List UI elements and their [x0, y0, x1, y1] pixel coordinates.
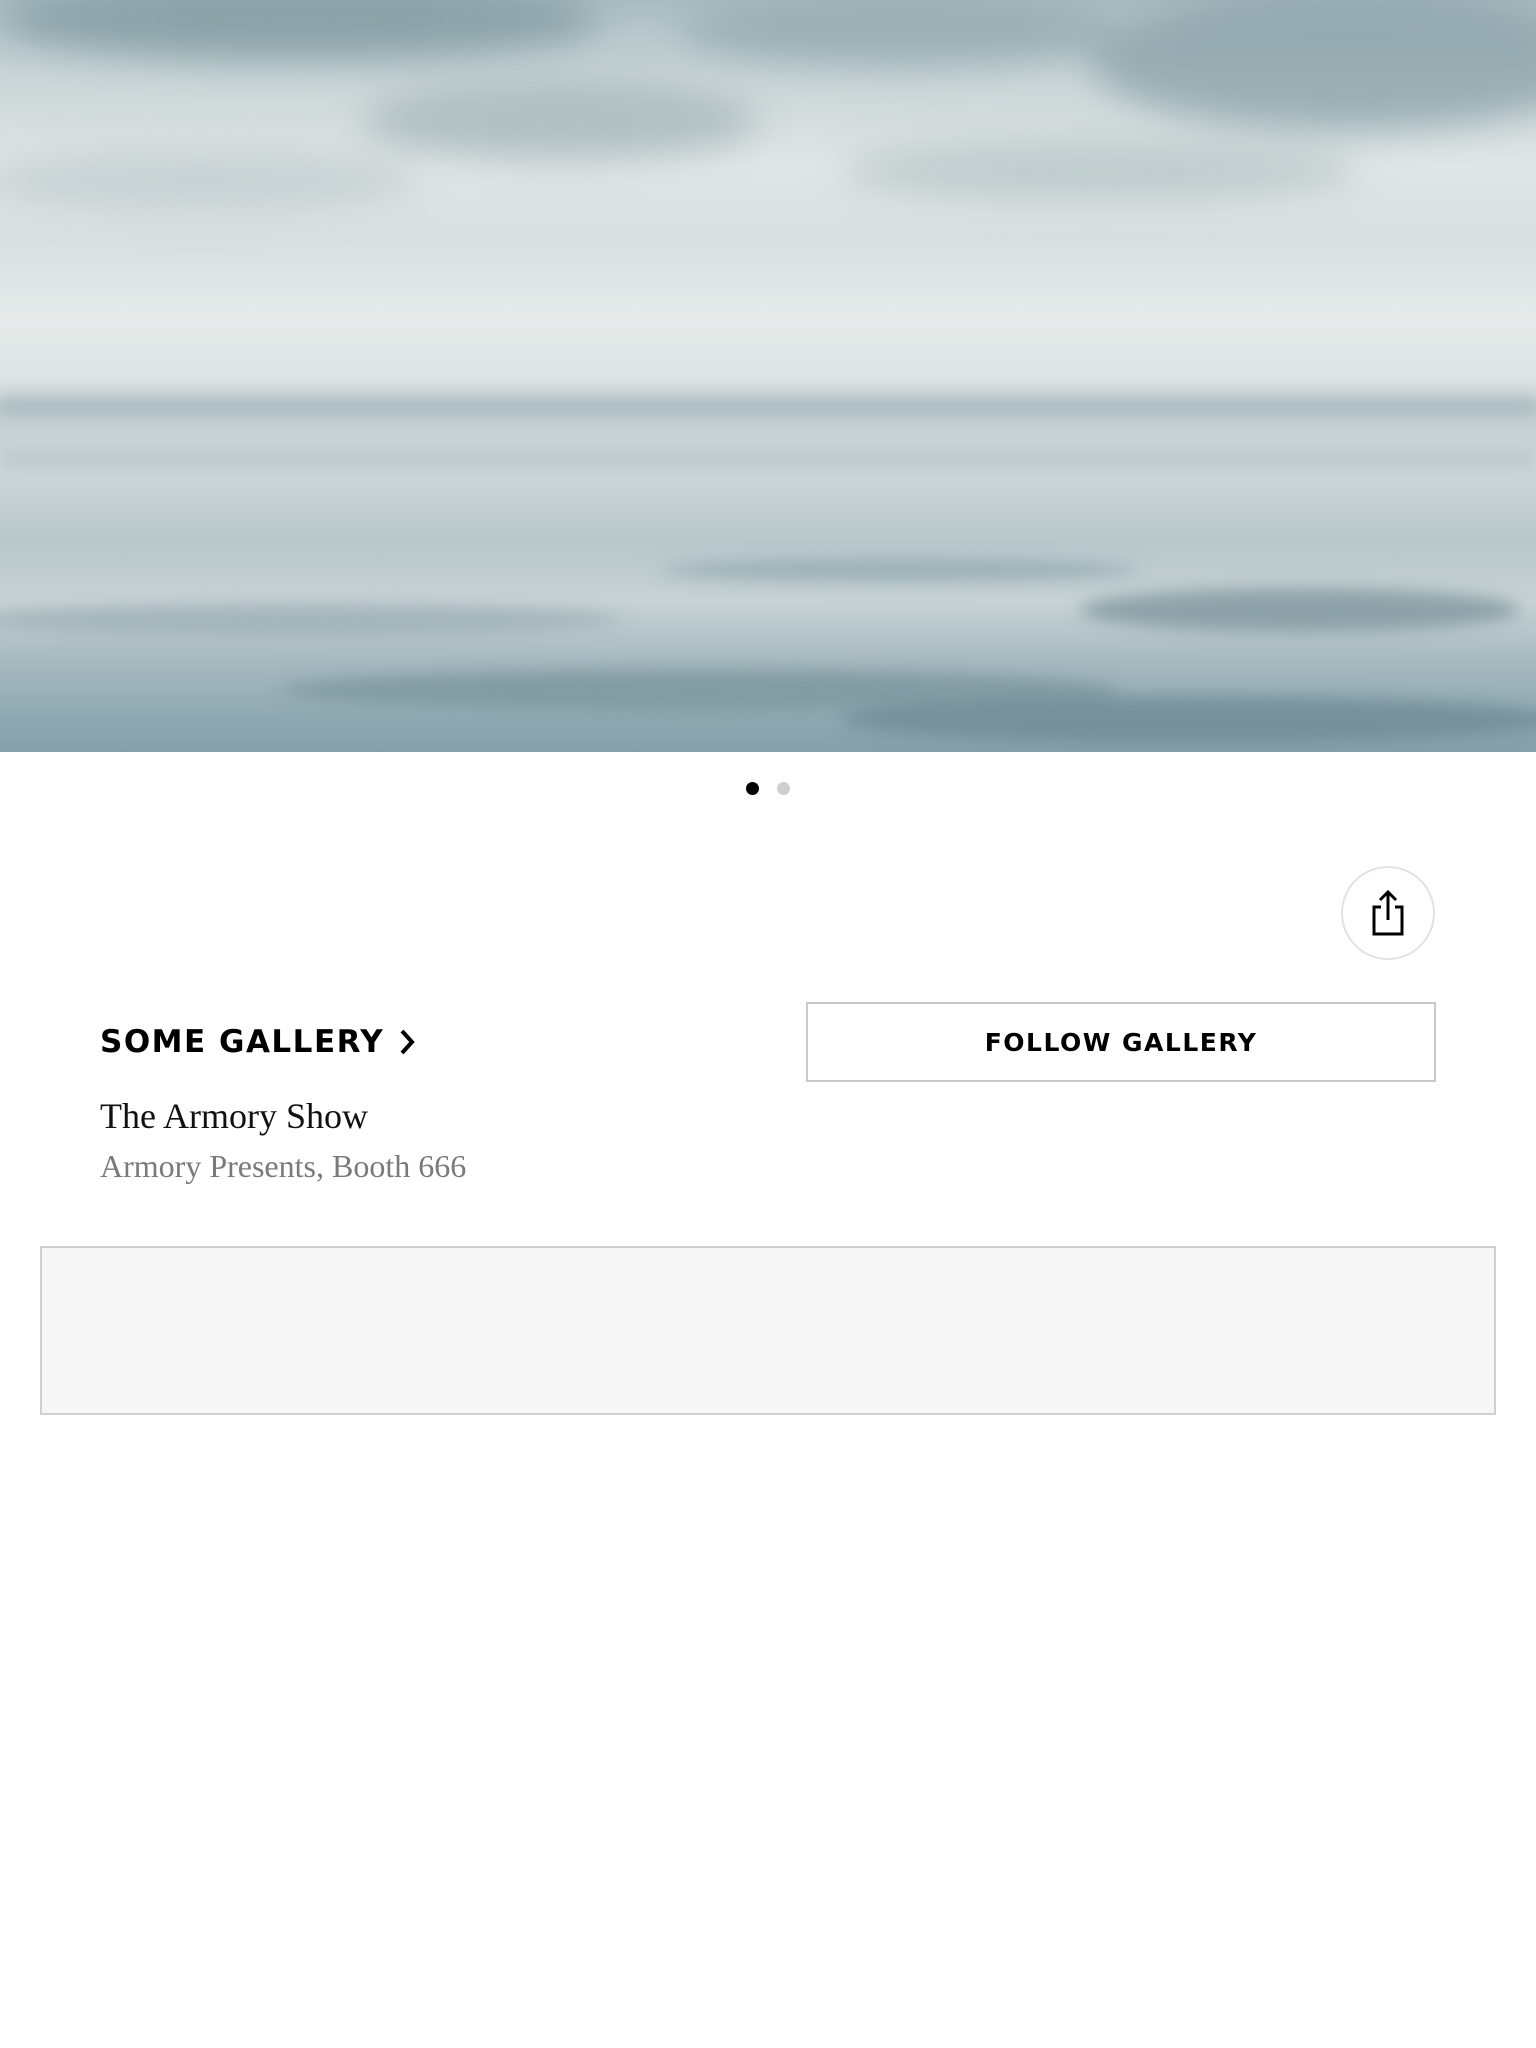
image-pager[interactable] — [0, 782, 1536, 795]
pager-dot-1[interactable] — [746, 782, 759, 795]
follow-gallery-button[interactable]: FOLLOW GALLERY — [806, 1002, 1436, 1082]
share-icon — [1372, 889, 1404, 936]
fair-name[interactable]: The Armory Show — [100, 1094, 368, 1138]
artwork-image[interactable] — [0, 0, 1536, 752]
gallery-link[interactable]: SOME GALLERY — [100, 1022, 416, 1062]
fair-location: Armory Presents, Booth 666 — [100, 1148, 467, 1184]
chevron-right-icon — [400, 1029, 415, 1055]
pager-dot-2[interactable] — [777, 782, 790, 795]
content-placeholder-panel — [40, 1246, 1496, 1415]
seascape-painting — [0, 0, 1536, 744]
gallery-name: SOME GALLERY — [100, 1024, 385, 1060]
share-button[interactable] — [1341, 866, 1435, 960]
